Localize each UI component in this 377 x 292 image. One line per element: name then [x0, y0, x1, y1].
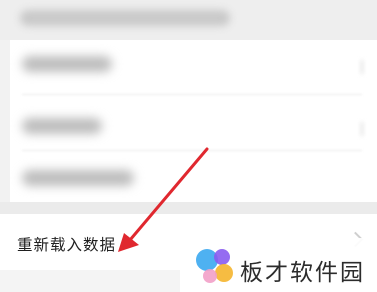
divider — [22, 94, 362, 95]
watermark-logo-icon — [196, 249, 233, 283]
blurred-setting-item — [22, 56, 112, 72]
blurred-title — [20, 10, 230, 26]
watermark: 板才软件园 — [180, 238, 377, 292]
blurred-settings-card — [10, 40, 377, 202]
blurred-header — [0, 0, 377, 40]
watermark-text: 板才软件园 — [240, 260, 365, 286]
section-gap — [0, 202, 377, 214]
blurred-chevron-icon — [351, 60, 363, 74]
reload-data-label: 重新载入数据 — [17, 236, 117, 254]
blurred-setting-item — [22, 170, 134, 186]
blurred-chevron-icon — [351, 122, 363, 136]
divider — [22, 150, 362, 151]
blurred-setting-item — [22, 118, 102, 134]
